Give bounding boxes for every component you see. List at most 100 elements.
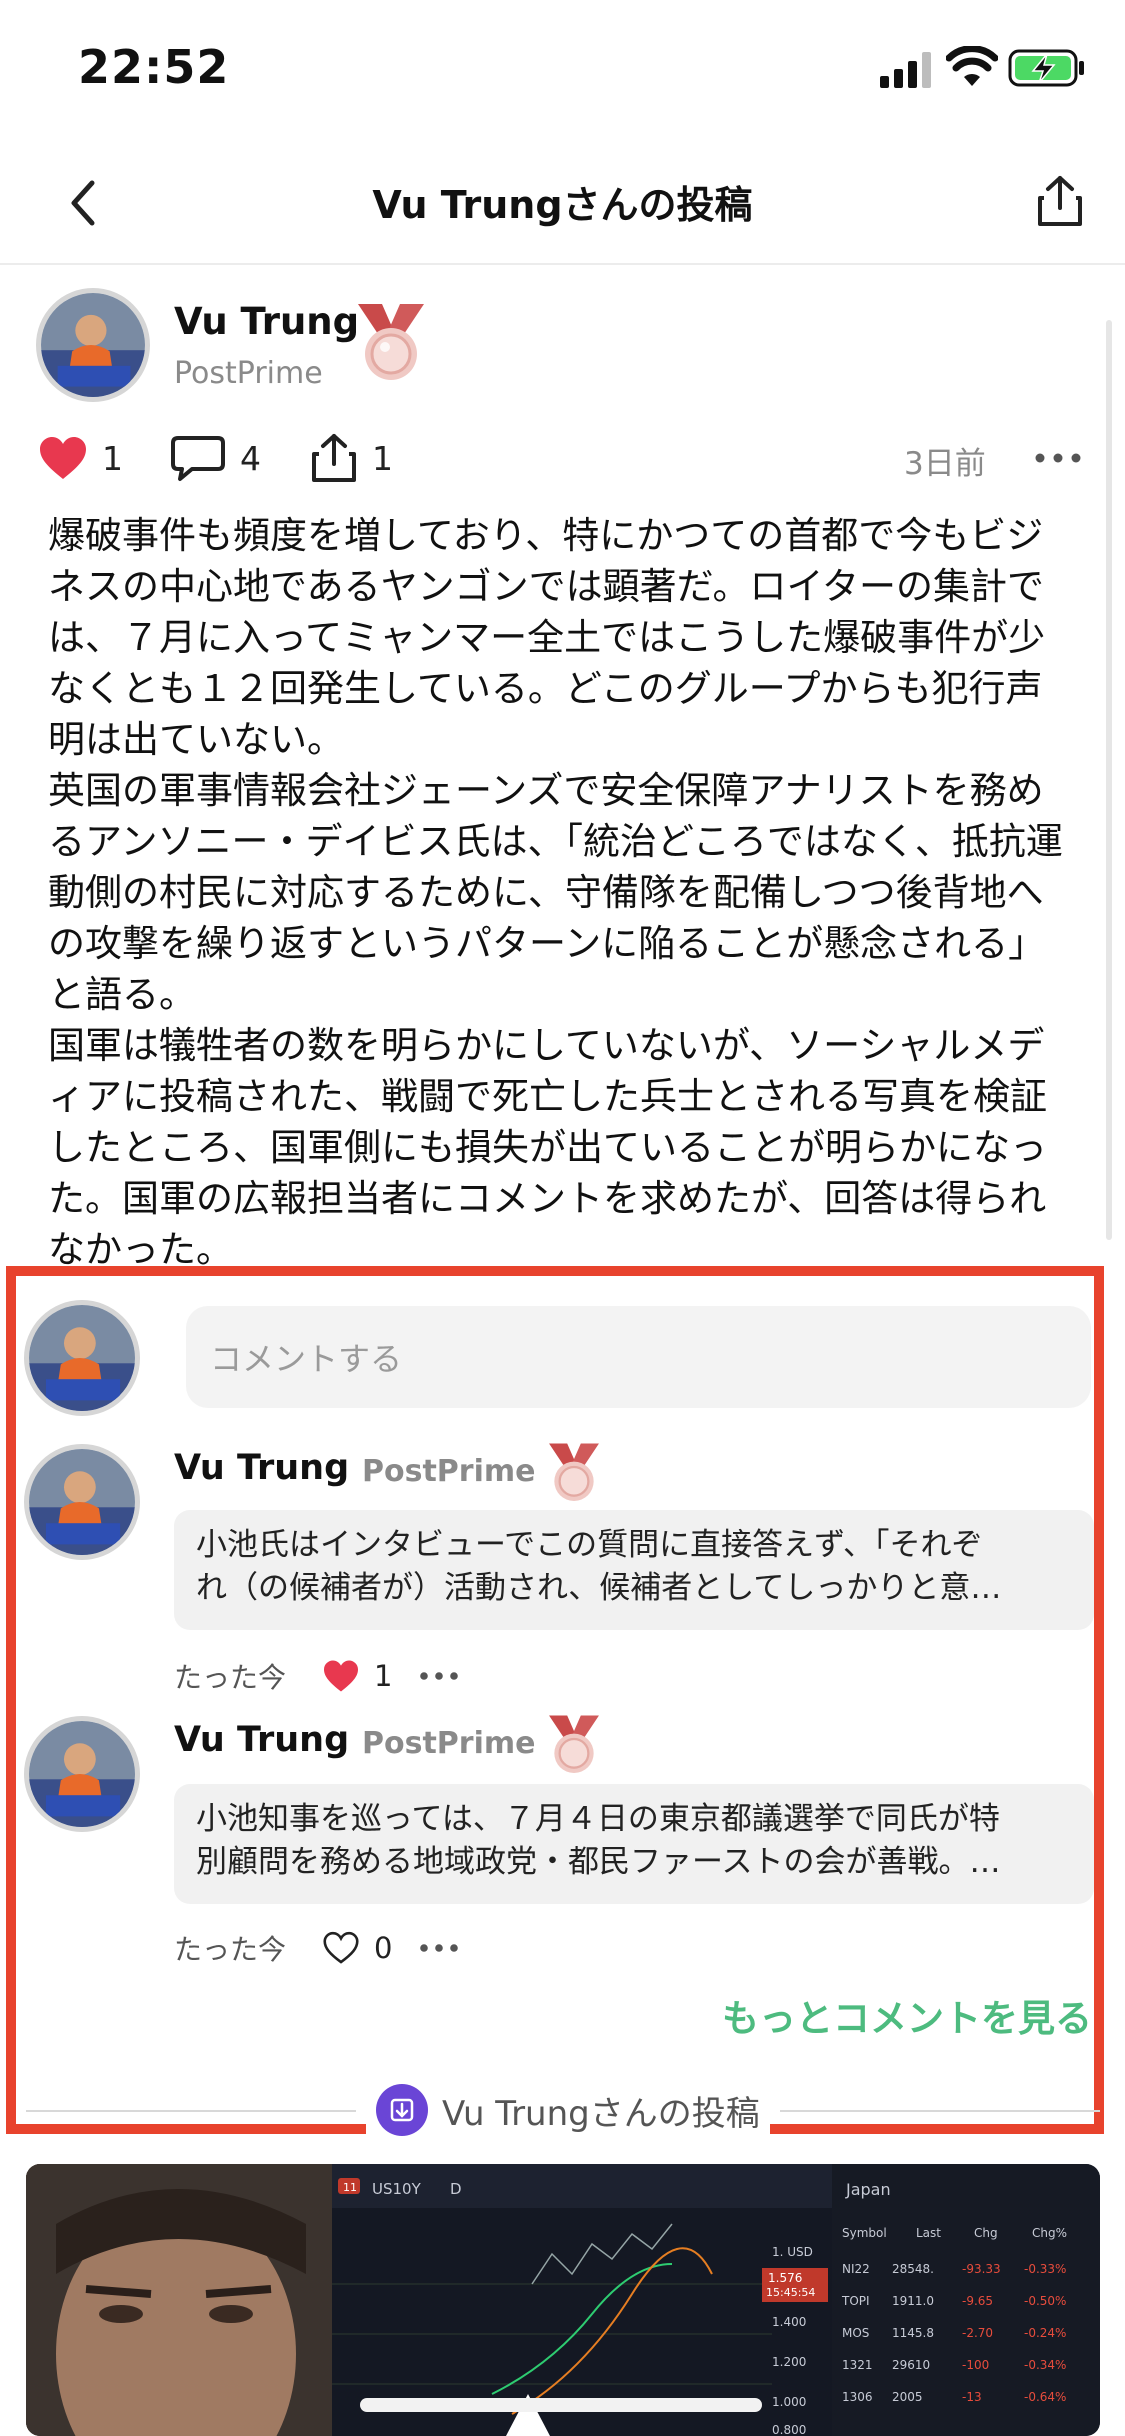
row-change: -100 <box>962 2358 990 2372</box>
medal-badge-icon <box>358 304 424 380</box>
cellular-signal-icon <box>880 52 931 88</box>
medal-badge-icon <box>549 1715 599 1773</box>
comment-author-name[interactable]: Vu Trung <box>174 1448 349 1488</box>
heart-filled-icon <box>324 1660 359 1692</box>
comment-bubble[interactable]: 小池氏はインタビューでこの質問に直接答えず、「それぞ れ（の候補者が）活動され、… <box>174 1510 1094 1630</box>
row-percent: -0.24% <box>1024 2326 1067 2340</box>
axis-label: 1.000 <box>772 2395 806 2409</box>
comment-more-button[interactable] <box>420 1672 459 1680</box>
related-posts-header: Vu Trungさんの投稿 <box>366 2084 770 2136</box>
price-time: 15:45:54 <box>766 2286 815 2299</box>
row-last: 29610 <box>892 2358 931 2372</box>
row-last: 28548. <box>892 2262 934 2276</box>
comment-timestamp: たった今 <box>174 1933 287 1966</box>
home-indicator <box>360 2398 762 2412</box>
row-symbol: MOS <box>842 2326 870 2340</box>
post-paragraph: 英国の軍事情報会社ジェーンズで安全保障アナリストを務めるアンソニー・デイビス氏は… <box>48 769 1063 1016</box>
comment-count: 4 <box>240 438 261 478</box>
related-posts-label: Vu Trungさんの投稿 <box>442 2093 760 2134</box>
post-author-avatar[interactable] <box>36 288 150 402</box>
row-symbol: NI22 <box>842 2262 870 2276</box>
post-body: 爆破事件も頻度を増しており、特にかつての首都で今もビジネスの中心地であるヤンゴン… <box>48 510 1078 1275</box>
trading-chart: 11 US10Y D 1.576 15:45:54 1. USD 1.400 1… <box>332 2164 832 2436</box>
comment-text: 小池知事を巡っては、７月４日の東京都議選挙で同氏が特 <box>196 1801 1000 1837</box>
status-bar: 22:52 <box>0 0 1125 140</box>
status-time: 22:52 <box>78 40 230 94</box>
watchlist-table: Japan Symbol Last Chg Chg% NI22 28548. -… <box>832 2164 1100 2436</box>
row-percent: -0.50% <box>1024 2294 1067 2308</box>
row-symbol: 1306 <box>842 2390 873 2404</box>
column-header: Last <box>916 2226 941 2240</box>
chevron-left-icon <box>71 180 95 226</box>
row-percent: -0.33% <box>1024 2262 1067 2276</box>
comment-input[interactable]: コメントする <box>186 1306 1091 1408</box>
post-actions: 1 4 1 3日前 <box>38 430 1088 486</box>
comment-like-button[interactable]: 1 <box>322 1659 392 1693</box>
comment-author-name[interactable]: Vu Trung <box>174 1720 349 1760</box>
post-paragraph: 国軍は犠牲者の数を明らかにしていないが、ソーシャルメディアに投稿された、戦闘で死… <box>48 1024 1047 1271</box>
share-icon <box>1038 176 1082 226</box>
comment-bubble[interactable]: 小池知事を巡っては、７月４日の東京都議選挙で同氏が特 別顧問を務める地域政党・都… <box>174 1784 1094 1904</box>
wifi-icon <box>946 46 998 86</box>
more-comments-link[interactable]: もっとコメントを見る <box>600 1988 1092 2042</box>
comment-avatar[interactable] <box>24 1444 140 1560</box>
comment-text: れ（の候補者が）活動され、候補者としてしっかりと意… <box>196 1570 1002 1606</box>
comment-button[interactable]: 4 <box>170 430 261 486</box>
post-paragraph: 爆破事件も頻度を増しており、特にかつての首都で今もビジネスの中心地であるヤンゴン… <box>48 514 1046 761</box>
row-change: -9.65 <box>962 2294 994 2308</box>
row-percent: -0.64% <box>1024 2390 1067 2404</box>
comment-more-button[interactable] <box>420 1944 459 1952</box>
comment-text: 小池氏はインタビューでこの質問に直接答えず、「それぞ <box>196 1527 983 1563</box>
comment-text: 別顧問を務める地域政党・都民ファーストの会が善戦。… <box>196 1844 1001 1880</box>
row-last: 2005 <box>892 2390 923 2404</box>
divider <box>780 2110 1100 2112</box>
row-percent: -0.34% <box>1024 2358 1067 2372</box>
comment-like-count: 1 <box>374 1659 393 1693</box>
download-icon <box>376 2084 428 2136</box>
row-change: -2.70 <box>962 2326 994 2340</box>
comment-author-subtitle: PostPrime <box>362 1726 536 1761</box>
axis-label: 1.200 <box>772 2355 806 2369</box>
battery-charging-icon <box>1008 49 1084 87</box>
share-icon <box>312 434 356 482</box>
more-horizontal-icon <box>420 1672 459 1680</box>
presenter-image <box>26 2164 332 2436</box>
post-author-subtitle: PostPrime <box>174 356 323 391</box>
axis-label: 0.800 <box>772 2423 806 2436</box>
heart-filled-icon <box>40 437 86 479</box>
scrollbar[interactable] <box>1106 320 1112 1240</box>
watchlist-region: Japan <box>846 2180 891 2199</box>
post-more-button[interactable] <box>1028 430 1088 486</box>
comment-author-subtitle: PostPrime <box>362 1454 536 1489</box>
page-title: Vu Trungさんの投稿 <box>372 183 753 227</box>
post-timestamp: 3日前 <box>904 446 986 482</box>
medal-badge-icon <box>549 1443 599 1501</box>
price-tag: 1.576 <box>768 2271 802 2285</box>
comment-like-button[interactable]: 0 <box>322 1931 392 1965</box>
chart-interval: D <box>450 2180 462 2198</box>
like-count: 1 <box>102 438 123 478</box>
post-author-name[interactable]: Vu Trung <box>174 300 359 343</box>
nav-bar: Vu Trungさんの投稿 <box>0 140 1125 265</box>
axis-label: 1. USD <box>772 2245 813 2259</box>
comment-meta: たった今 1 <box>174 1654 459 1698</box>
share-count: 1 <box>372 438 393 478</box>
current-user-avatar <box>24 1300 140 1416</box>
column-header: Chg% <box>1032 2226 1068 2240</box>
row-last: 1911.0 <box>892 2294 934 2308</box>
column-header: Symbol <box>842 2226 887 2240</box>
more-horizontal-icon <box>1035 453 1081 463</box>
notification-badge: 11 <box>343 2181 357 2194</box>
comment-avatar[interactable] <box>24 1716 140 1832</box>
repost-button[interactable]: 1 <box>310 430 393 486</box>
like-button[interactable]: 1 <box>38 430 123 486</box>
row-symbol: TOPI <box>842 2294 870 2308</box>
comment-like-count: 0 <box>374 1931 393 1965</box>
axis-label: 1.400 <box>772 2315 806 2329</box>
row-change: -93.33 <box>962 2262 1001 2276</box>
video-thumbnail[interactable]: 11 US10Y D 1.576 15:45:54 1. USD 1.400 1… <box>26 2164 1100 2436</box>
share-button[interactable] <box>1030 166 1090 236</box>
row-change: -13 <box>962 2390 982 2404</box>
avatar-photo <box>41 293 145 397</box>
back-button[interactable] <box>48 168 118 238</box>
